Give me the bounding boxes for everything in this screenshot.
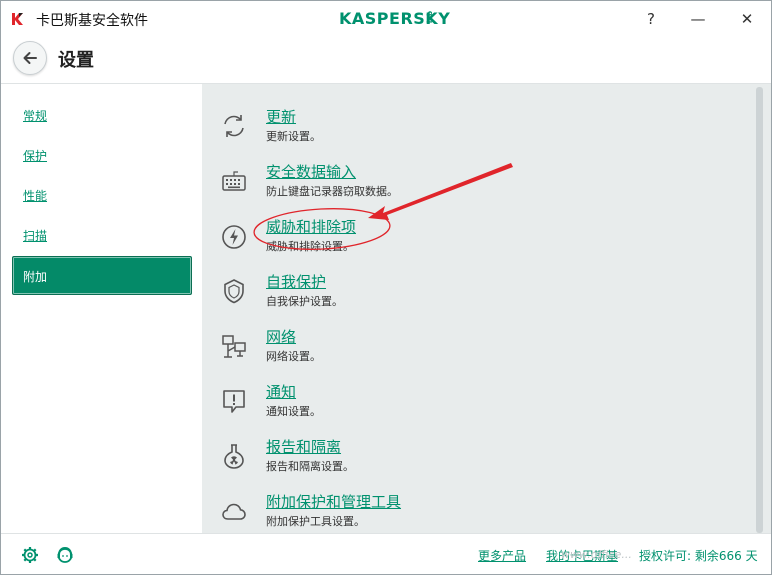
settings-list: 更新 更新设置。 安全数据输入 防止键盘记录器窃取数据。 威胁和排除项 威胁和排… (202, 83, 771, 534)
row-description: 报告和隔离设置。 (266, 460, 354, 473)
list-item-notifications[interactable]: 通知 通知设置。 (202, 381, 742, 431)
title-bar: 卡巴斯基安全软件 KASPERSKY lab ? — ✕ (1, 1, 771, 37)
watermark: www.office... (561, 548, 632, 561)
row-description: 通知设置。 (266, 405, 321, 418)
app-window: 卡巴斯基安全软件 KASPERSKY lab ? — ✕ 设置 常规 保护 性能… (0, 0, 772, 575)
notification-icon (223, 390, 245, 413)
close-button[interactable]: ✕ (724, 1, 770, 37)
license-status[interactable]: 授权许可: 剩余666 天 (639, 547, 758, 564)
row-title[interactable]: 通知 (266, 381, 296, 402)
back-button[interactable] (13, 41, 47, 75)
list-item-reports-quarantine[interactable]: 报告和隔离 报告和隔离设置。 (202, 436, 742, 486)
list-item-self-defense[interactable]: 自我保护 自我保护设置。 (202, 271, 742, 321)
row-description: 威胁和排除设置。 (266, 240, 354, 253)
row-description: 防止键盘记录器窃取数据。 (266, 185, 398, 198)
sidebar-item-general[interactable]: 常规 (23, 107, 47, 124)
page-title: 设置 (58, 50, 94, 71)
window-title: 卡巴斯基安全软件 (36, 13, 148, 29)
brand-suffix: lab (426, 11, 434, 24)
row-description: 更新设置。 (266, 130, 321, 143)
row-description: 自我保护设置。 (266, 295, 343, 308)
lightning-icon (222, 225, 246, 249)
footer: 更多产品 我的卡巴斯基 www.office... 授权许可: 剩余666 天 (1, 533, 771, 574)
arrow-left-icon (23, 52, 37, 64)
row-title[interactable]: 更新 (266, 106, 296, 127)
kaspersky-logo-icon (12, 13, 23, 25)
refresh-icon (224, 115, 244, 137)
page-header: 设置 (1, 37, 771, 83)
list-item-secure-input[interactable]: 安全数据输入 防止键盘记录器窃取数据。 (202, 161, 742, 211)
row-description: 附加保护工具设置。 (266, 515, 365, 528)
row-description: 网络设置。 (266, 350, 321, 363)
row-title[interactable]: 安全数据输入 (266, 161, 356, 182)
help-button[interactable]: ? (628, 1, 674, 37)
minimize-button[interactable]: — (675, 1, 721, 37)
list-item-threats-exclusions[interactable]: 威胁和排除项 威胁和排除设置。 (202, 216, 742, 266)
network-icon (222, 335, 246, 358)
list-item-update[interactable]: 更新 更新设置。 (202, 106, 742, 156)
settings-gear-icon[interactable] (21, 546, 39, 564)
row-title[interactable]: 报告和隔离 (266, 436, 341, 457)
sidebar-item-scan[interactable]: 扫描 (23, 227, 47, 244)
keyboard-icon (222, 171, 246, 191)
vertical-scrollbar[interactable] (756, 87, 763, 533)
cloud-icon (222, 503, 246, 520)
more-products-link[interactable]: 更多产品 (478, 547, 526, 564)
sidebar-item-additional[interactable]: 附加 (12, 256, 192, 295)
flask-icon (224, 444, 244, 469)
row-title[interactable]: 网络 (266, 326, 296, 347)
list-item-network[interactable]: 网络 网络设置。 (202, 326, 742, 376)
support-agent-icon[interactable] (56, 546, 74, 564)
sidebar: 常规 保护 性能 扫描 附加 (1, 83, 202, 534)
row-title[interactable]: 附加保护和管理工具 (266, 491, 401, 512)
sidebar-item-label: 附加 (23, 270, 48, 284)
row-title[interactable]: 威胁和排除项 (266, 216, 356, 237)
sidebar-item-performance[interactable]: 性能 (23, 187, 47, 204)
shield-icon (224, 279, 244, 304)
row-title[interactable]: 自我保护 (266, 271, 326, 292)
sidebar-item-protection[interactable]: 保护 (23, 147, 47, 164)
